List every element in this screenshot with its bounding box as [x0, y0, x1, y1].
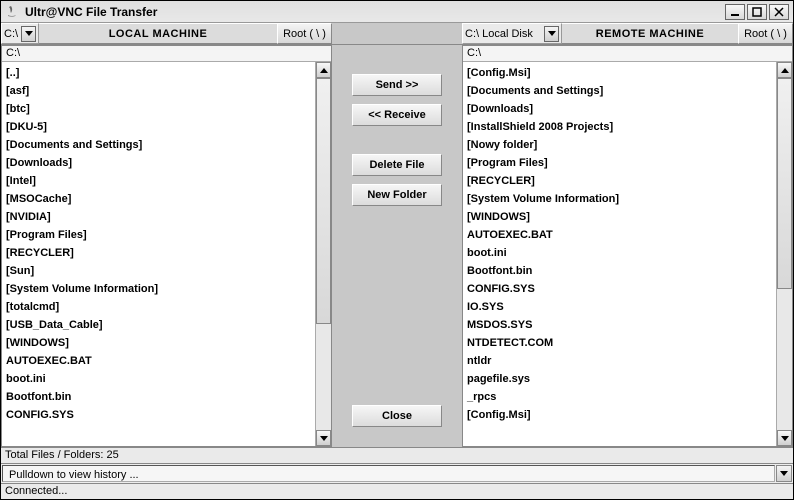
- list-item[interactable]: [..]: [6, 64, 311, 82]
- list-item[interactable]: [InstallShield 2008 Projects]: [467, 118, 772, 136]
- list-item[interactable]: CONFIG.SYS: [6, 406, 311, 424]
- new-folder-button[interactable]: New Folder: [352, 184, 442, 206]
- chevron-down-icon: [544, 26, 559, 42]
- chevron-down-icon: [21, 26, 36, 42]
- window-buttons: [725, 4, 789, 20]
- list-item[interactable]: IO.SYS: [467, 298, 772, 316]
- local-list-wrap: [..][asf][btc][DKU-5][Documents and Sett…: [2, 62, 331, 446]
- remote-root-button[interactable]: Root ( \ ): [738, 23, 793, 44]
- history-dropdown[interactable]: Pulldown to view history ...: [2, 465, 775, 482]
- scroll-track[interactable]: [316, 78, 331, 430]
- titlebar: Ultr@VNC File Transfer: [1, 1, 793, 23]
- scroll-track[interactable]: [777, 78, 792, 430]
- list-item[interactable]: [DKU-5]: [6, 118, 311, 136]
- list-item[interactable]: pagefile.sys: [467, 370, 772, 388]
- remote-drive-select[interactable]: C:\ Local Disk: [462, 23, 562, 44]
- list-item[interactable]: [RECYCLER]: [6, 244, 311, 262]
- connection-status: Connected...: [1, 483, 793, 499]
- local-scrollbar[interactable]: [315, 62, 331, 446]
- list-item[interactable]: _rpcs: [467, 388, 772, 406]
- list-item[interactable]: boot.ini: [467, 244, 772, 262]
- body: C:\ [..][asf][btc][DKU-5][Documents and …: [1, 45, 793, 447]
- status-bar: Total Files / Folders: 25: [1, 447, 793, 463]
- list-item[interactable]: [totalcmd]: [6, 298, 311, 316]
- list-item[interactable]: [asf]: [6, 82, 311, 100]
- toolbar-remote: C:\ Local Disk REMOTE MACHINE Root ( \ ): [462, 23, 793, 44]
- list-item[interactable]: MSDOS.SYS: [467, 316, 772, 334]
- list-item[interactable]: [Downloads]: [467, 100, 772, 118]
- remote-header: REMOTE MACHINE: [562, 23, 738, 44]
- remote-file-list[interactable]: [Config.Msi][Documents and Settings][Dow…: [463, 62, 776, 446]
- scroll-down-button[interactable]: [316, 430, 331, 446]
- toolbar-local: C:\ LOCAL MACHINE Root ( \ ): [1, 23, 332, 44]
- history-bar: Pulldown to view history ...: [1, 463, 793, 483]
- list-item[interactable]: [Program Files]: [6, 226, 311, 244]
- list-item[interactable]: NTDETECT.COM: [467, 334, 772, 352]
- list-item[interactable]: AUTOEXEC.BAT: [467, 226, 772, 244]
- list-item[interactable]: [Downloads]: [6, 154, 311, 172]
- scroll-down-button[interactable]: [777, 430, 792, 446]
- list-item[interactable]: [USB_Data_Cable]: [6, 316, 311, 334]
- list-item[interactable]: [RECYCLER]: [467, 172, 772, 190]
- window-title: Ultr@VNC File Transfer: [25, 5, 725, 19]
- list-item[interactable]: [Sun]: [6, 262, 311, 280]
- list-item[interactable]: boot.ini: [6, 370, 311, 388]
- action-panel: Send >> << Receive Delete File New Folde…: [332, 45, 462, 447]
- list-item[interactable]: [NVIDIA]: [6, 208, 311, 226]
- local-path: C:\: [2, 46, 331, 62]
- list-item[interactable]: Bootfont.bin: [6, 388, 311, 406]
- remote-list-wrap: [Config.Msi][Documents and Settings][Dow…: [463, 62, 792, 446]
- remote-pane: C:\ [Config.Msi][Documents and Settings]…: [462, 45, 793, 447]
- list-item[interactable]: [Config.Msi]: [467, 406, 772, 424]
- list-item[interactable]: [Documents and Settings]: [6, 136, 311, 154]
- local-file-list[interactable]: [..][asf][btc][DKU-5][Documents and Sett…: [2, 62, 315, 446]
- scroll-up-button[interactable]: [777, 62, 792, 78]
- list-item[interactable]: [System Volume Information]: [467, 190, 772, 208]
- list-item[interactable]: AUTOEXEC.BAT: [6, 352, 311, 370]
- remote-drive-label: C:\ Local Disk: [465, 28, 544, 40]
- maximize-button[interactable]: [747, 4, 767, 20]
- list-item[interactable]: Bootfont.bin: [467, 262, 772, 280]
- close-button[interactable]: Close: [352, 405, 442, 427]
- list-item[interactable]: [WINDOWS]: [467, 208, 772, 226]
- local-header: LOCAL MACHINE: [39, 23, 277, 44]
- list-item[interactable]: [System Volume Information]: [6, 280, 311, 298]
- list-item[interactable]: [Documents and Settings]: [467, 82, 772, 100]
- local-root-button[interactable]: Root ( \ ): [277, 23, 332, 44]
- list-item[interactable]: ntldr: [467, 352, 772, 370]
- history-dropdown-button[interactable]: [776, 465, 792, 482]
- receive-button[interactable]: << Receive: [352, 104, 442, 126]
- scroll-up-button[interactable]: [316, 62, 331, 78]
- local-drive-label: C:\: [4, 28, 21, 40]
- toolbar: C:\ LOCAL MACHINE Root ( \ ) C:\ Local D…: [1, 23, 793, 45]
- local-pane: C:\ [..][asf][btc][DKU-5][Documents and …: [1, 45, 332, 447]
- list-item[interactable]: [WINDOWS]: [6, 334, 311, 352]
- send-button[interactable]: Send >>: [352, 74, 442, 96]
- remote-scrollbar[interactable]: [776, 62, 792, 446]
- remote-path: C:\: [463, 46, 792, 62]
- list-item[interactable]: [Nowy folder]: [467, 136, 772, 154]
- toolbar-gap: [332, 23, 462, 44]
- minimize-button[interactable]: [725, 4, 745, 20]
- close-window-button[interactable]: [769, 4, 789, 20]
- list-item[interactable]: [Intel]: [6, 172, 311, 190]
- local-drive-select[interactable]: C:\: [1, 23, 39, 44]
- delete-file-button[interactable]: Delete File: [352, 154, 442, 176]
- app-window: Ultr@VNC File Transfer C:\ LOCAL MACHINE…: [0, 0, 794, 500]
- list-item[interactable]: [Config.Msi]: [467, 64, 772, 82]
- list-item[interactable]: [btc]: [6, 100, 311, 118]
- list-item[interactable]: CONFIG.SYS: [467, 280, 772, 298]
- list-item[interactable]: [Program Files]: [467, 154, 772, 172]
- list-item[interactable]: [MSOCache]: [6, 190, 311, 208]
- java-icon: [5, 5, 19, 19]
